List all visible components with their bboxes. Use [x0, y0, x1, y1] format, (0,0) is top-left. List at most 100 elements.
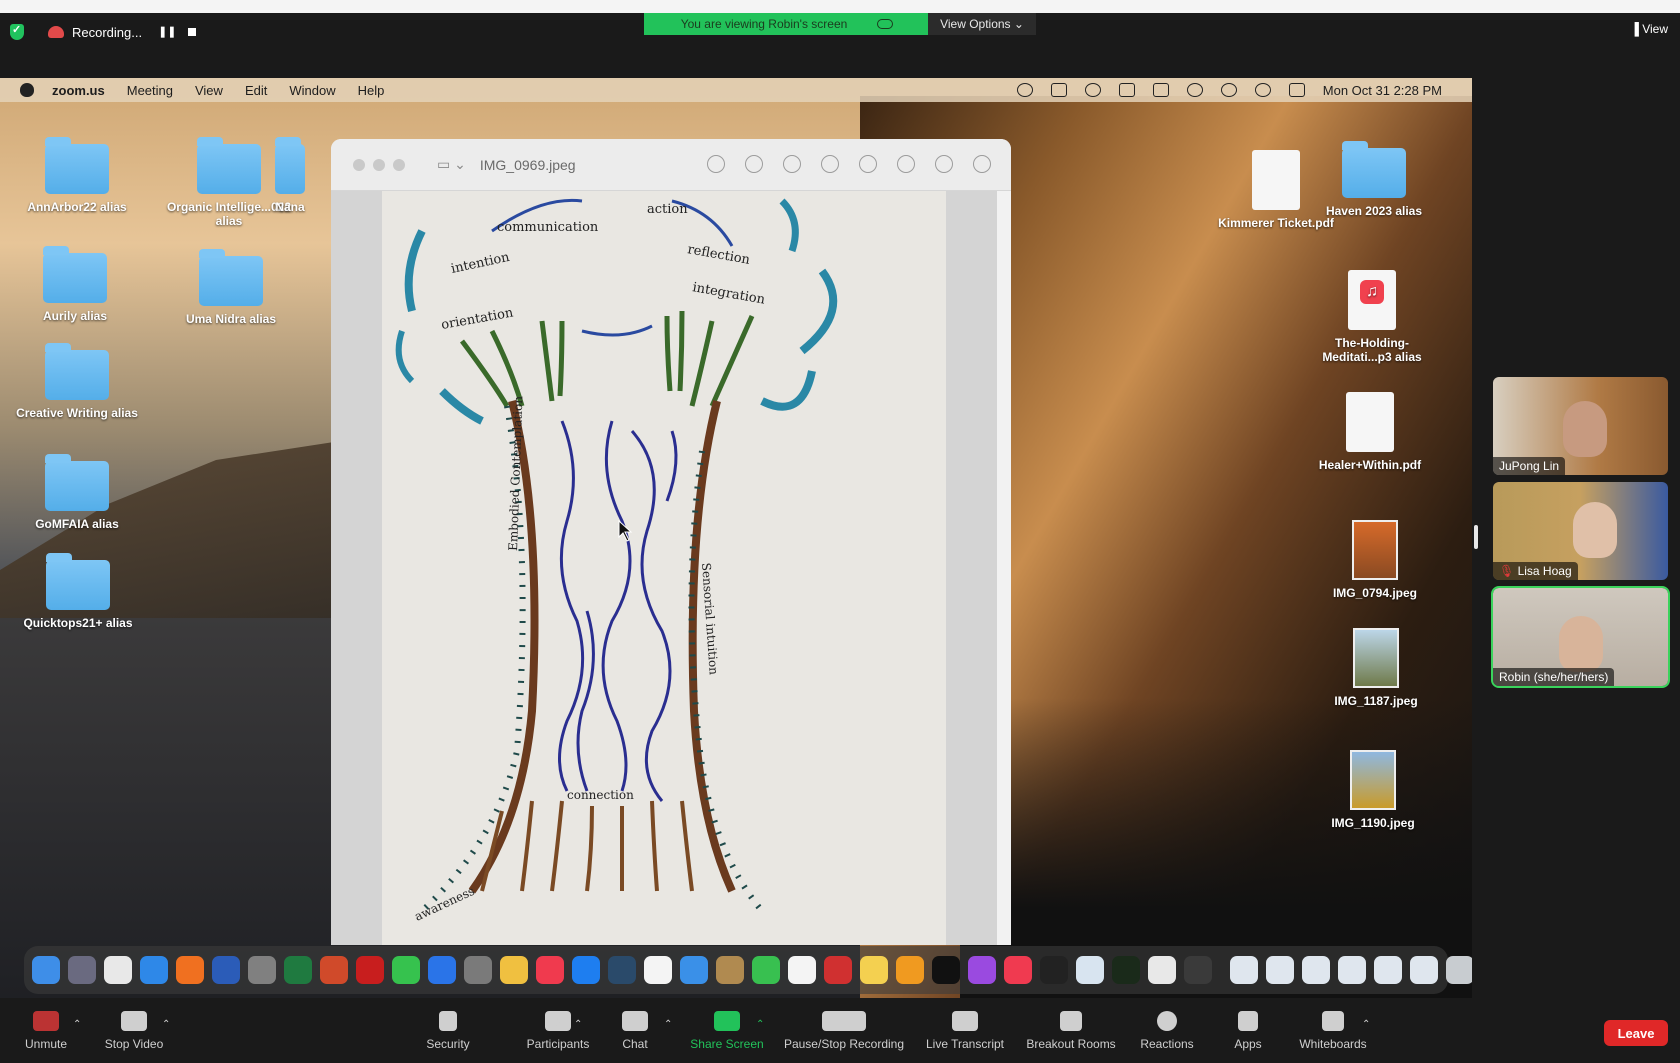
menu-window[interactable]: Window	[289, 83, 335, 98]
stop-video-button[interactable]: Stop Video	[102, 1011, 166, 1051]
security-button[interactable]: Security	[423, 1011, 473, 1051]
desktop-item[interactable]: Aurily alias	[5, 246, 145, 323]
trash-icon[interactable]	[1446, 956, 1472, 984]
menu-edit[interactable]: Edit	[245, 83, 267, 98]
script-editor-icon[interactable]	[1148, 956, 1176, 984]
time-machine-icon[interactable]	[1220, 83, 1237, 97]
participant-tile[interactable]: JuPong Lin	[1493, 377, 1668, 475]
audio-options-chevron-icon[interactable]: ⌃	[73, 1019, 81, 1030]
minimize-icon[interactable]	[373, 158, 385, 171]
photos-icon[interactable]	[500, 956, 528, 984]
leave-button[interactable]: Leave	[1604, 1020, 1668, 1046]
preview-icon[interactable]	[1076, 956, 1104, 984]
gmail-icon[interactable]	[1050, 83, 1067, 97]
participant-tile[interactable]: 🎙 Lisa Hoag	[1493, 482, 1668, 580]
menu-app[interactable]: zoom.us	[52, 83, 105, 98]
news-icon[interactable]	[1004, 956, 1032, 984]
app-store-icon[interactable]	[572, 956, 600, 984]
powerpoint-icon[interactable]	[320, 956, 348, 984]
desktop-item[interactable]: Nana	[250, 137, 330, 214]
desktop-item[interactable]: The-Holding-Meditati...p3 alias	[1302, 270, 1442, 364]
unmute-button[interactable]: Unmute	[22, 1011, 70, 1051]
info-icon[interactable]	[707, 155, 725, 173]
zoom-window-icon[interactable]	[393, 158, 405, 171]
sync-icon[interactable]	[1016, 83, 1033, 97]
proxy-icon[interactable]	[608, 956, 636, 984]
zoom-icon[interactable]	[428, 956, 456, 984]
calendar-icon[interactable]	[644, 956, 672, 984]
participants-chevron-icon[interactable]: ⌃	[574, 1019, 582, 1030]
desktop-item[interactable]: GoMFAIA alias	[7, 454, 147, 531]
pages-icon[interactable]	[896, 956, 924, 984]
recent-document-icon[interactable]	[1302, 956, 1330, 984]
pause-stop-recording-button[interactable]: Pause/Stop Recording	[781, 1011, 907, 1051]
desktop-item[interactable]: IMG_1190.jpeg	[1303, 750, 1443, 830]
podcasts-icon[interactable]	[968, 956, 996, 984]
wifi-icon[interactable]	[1186, 83, 1203, 97]
spotlight-icon[interactable]	[1254, 83, 1271, 97]
sidebar-toggle-icon[interactable]: ▭ ⌄	[437, 156, 466, 173]
desktop-item[interactable]: IMG_1187.jpeg	[1306, 628, 1446, 708]
launchpad-icon[interactable]	[68, 956, 96, 984]
control-center-icon[interactable]	[1288, 83, 1305, 97]
desktop-item[interactable]: Healer+Within.pdf	[1300, 392, 1440, 472]
contacts-icon[interactable]	[716, 956, 744, 984]
zoom-in-icon[interactable]	[783, 155, 801, 173]
whiteboards-button[interactable]: Whiteboards	[1297, 1011, 1369, 1051]
activity-monitor-icon[interactable]	[1112, 956, 1140, 984]
reactions-button[interactable]: Reactions	[1137, 1011, 1197, 1051]
menubar-clock[interactable]: Mon Oct 31 2:28 PM	[1323, 83, 1442, 98]
bluetooth-icon[interactable]	[1118, 83, 1135, 97]
live-transcript-button[interactable]: Live Transcript	[923, 1011, 1007, 1051]
apps-button[interactable]: Apps	[1232, 1011, 1264, 1051]
excel-icon[interactable]	[284, 956, 312, 984]
share-screen-button[interactable]: Share Screen	[688, 1011, 766, 1051]
safari-icon[interactable]	[140, 956, 168, 984]
recent-document-icon[interactable]	[1230, 956, 1258, 984]
dictionary-icon[interactable]	[1040, 956, 1068, 984]
mail-icon[interactable]	[680, 956, 708, 984]
stop-recording-icon[interactable]	[188, 28, 197, 36]
zoom-out-icon[interactable]	[745, 155, 763, 173]
menu-meeting[interactable]: Meeting	[127, 83, 173, 98]
battery-icon[interactable]	[1152, 83, 1169, 97]
messages-icon[interactable]	[392, 956, 420, 984]
panel-resize-handle[interactable]	[1474, 525, 1478, 549]
reminders-icon[interactable]	[788, 956, 816, 984]
recent-document-icon[interactable]	[1410, 956, 1438, 984]
apple-menu-icon[interactable]	[20, 83, 34, 97]
breakout-rooms-button[interactable]: Breakout Rooms	[1024, 1011, 1118, 1051]
desktop-item[interactable]: Creative Writing alias	[7, 343, 147, 420]
recent-document-icon[interactable]	[1338, 956, 1366, 984]
markup-icon[interactable]	[935, 155, 953, 173]
recent-document-icon[interactable]	[1374, 956, 1402, 984]
view-options-button[interactable]: View Options ⌄	[928, 13, 1036, 35]
menu-help[interactable]: Help	[358, 83, 385, 98]
settings-icon[interactable]	[464, 956, 492, 984]
word-icon[interactable]	[212, 956, 240, 984]
music-icon[interactable]	[536, 956, 564, 984]
recent-document-icon[interactable]	[1266, 956, 1294, 984]
chat-chevron-icon[interactable]: ⌃	[664, 1019, 672, 1030]
font-book-icon[interactable]	[248, 956, 276, 984]
desktop-item[interactable]: Haven 2023 alias	[1304, 141, 1444, 218]
desktop-item[interactable]: AnnArbor22 alias	[7, 137, 147, 214]
chrome-icon[interactable]	[104, 956, 132, 984]
whiteboards-chevron-icon[interactable]: ⌃	[1362, 1019, 1370, 1030]
markup-pen-icon[interactable]	[859, 155, 877, 173]
participant-tile-active-speaker[interactable]: Robin (she/her/hers)	[1491, 586, 1670, 688]
moon-icon[interactable]	[1084, 83, 1101, 97]
preview-scrollbar[interactable]	[997, 191, 1011, 945]
apple-tv-icon[interactable]	[932, 956, 960, 984]
share-options-chevron-icon[interactable]: ⌃	[756, 1019, 764, 1030]
pause-recording-icon[interactable]: ❚❚	[158, 27, 176, 38]
rotate-icon[interactable]	[897, 155, 915, 173]
desktop-item[interactable]: Uma Nidra alias	[161, 249, 301, 326]
view-button[interactable]: ▐ View	[1630, 22, 1668, 36]
close-icon[interactable]	[353, 158, 365, 171]
video-options-chevron-icon[interactable]: ⌃	[162, 1019, 170, 1030]
finder-icon[interactable]	[32, 956, 60, 984]
menu-view[interactable]: View	[195, 83, 223, 98]
disk-utility-icon[interactable]	[1184, 956, 1212, 984]
acrobat-icon[interactable]	[356, 956, 384, 984]
